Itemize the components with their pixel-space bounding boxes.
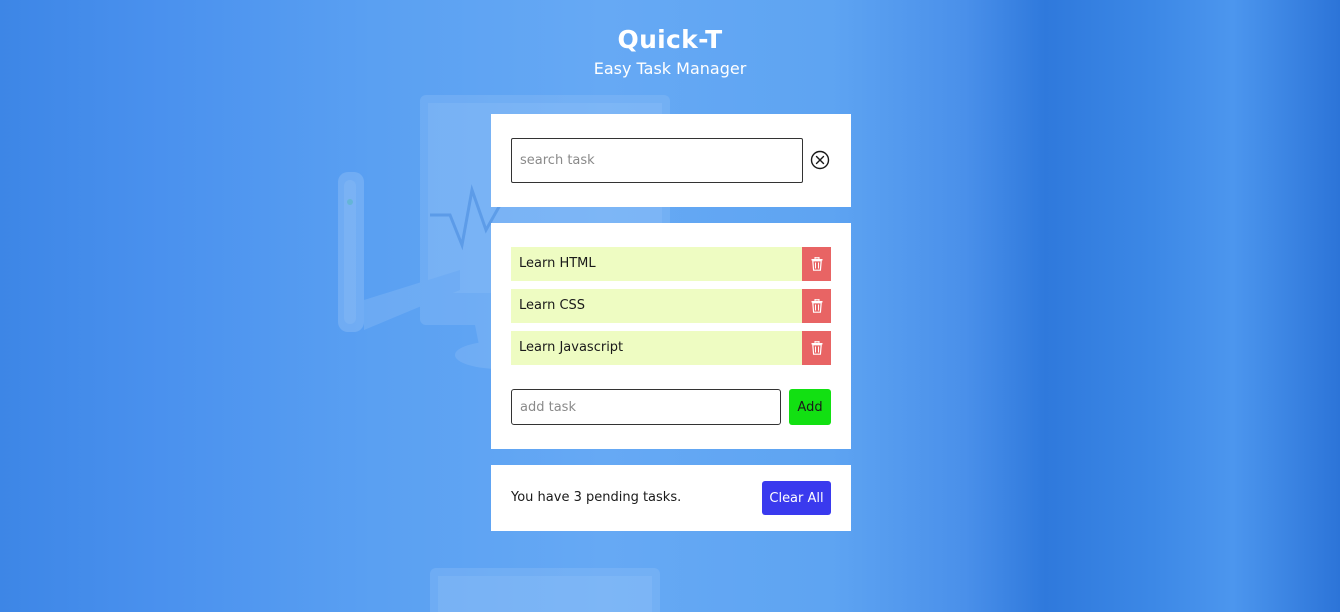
add-task-button[interactable]: Add	[789, 389, 831, 425]
search-input[interactable]	[511, 138, 803, 183]
delete-task-button[interactable]	[802, 289, 831, 323]
trash-icon	[811, 341, 822, 355]
clear-all-button[interactable]: Clear All	[762, 481, 831, 515]
task-label: Learn Javascript	[519, 340, 624, 355]
delete-task-button[interactable]	[802, 331, 831, 365]
close-circle-icon[interactable]	[810, 150, 830, 170]
app-header: Quick-T Easy Task Manager	[0, 24, 1340, 81]
add-task-input[interactable]	[511, 389, 781, 425]
app-subtitle: Easy Task Manager	[593, 59, 747, 78]
task-list-card: Learn HTML Learn CSS Learn Javascript ad…	[491, 223, 851, 449]
delete-task-button[interactable]	[802, 247, 831, 281]
task-item: Learn HTML	[511, 247, 831, 281]
trash-icon	[811, 257, 822, 271]
task-item: Learn CSS	[511, 289, 831, 323]
task-label: Learn CSS	[519, 298, 586, 313]
task-item: Learn Javascript	[511, 331, 831, 365]
app-title: Quick-T	[617, 25, 723, 54]
search-card	[491, 114, 851, 207]
summary-card: You have 3 pending tasks. Clear All	[491, 465, 851, 531]
task-label: Learn HTML	[519, 256, 596, 271]
trash-icon	[811, 299, 822, 313]
pending-count-text: You have 3 pending tasks.	[511, 490, 682, 505]
